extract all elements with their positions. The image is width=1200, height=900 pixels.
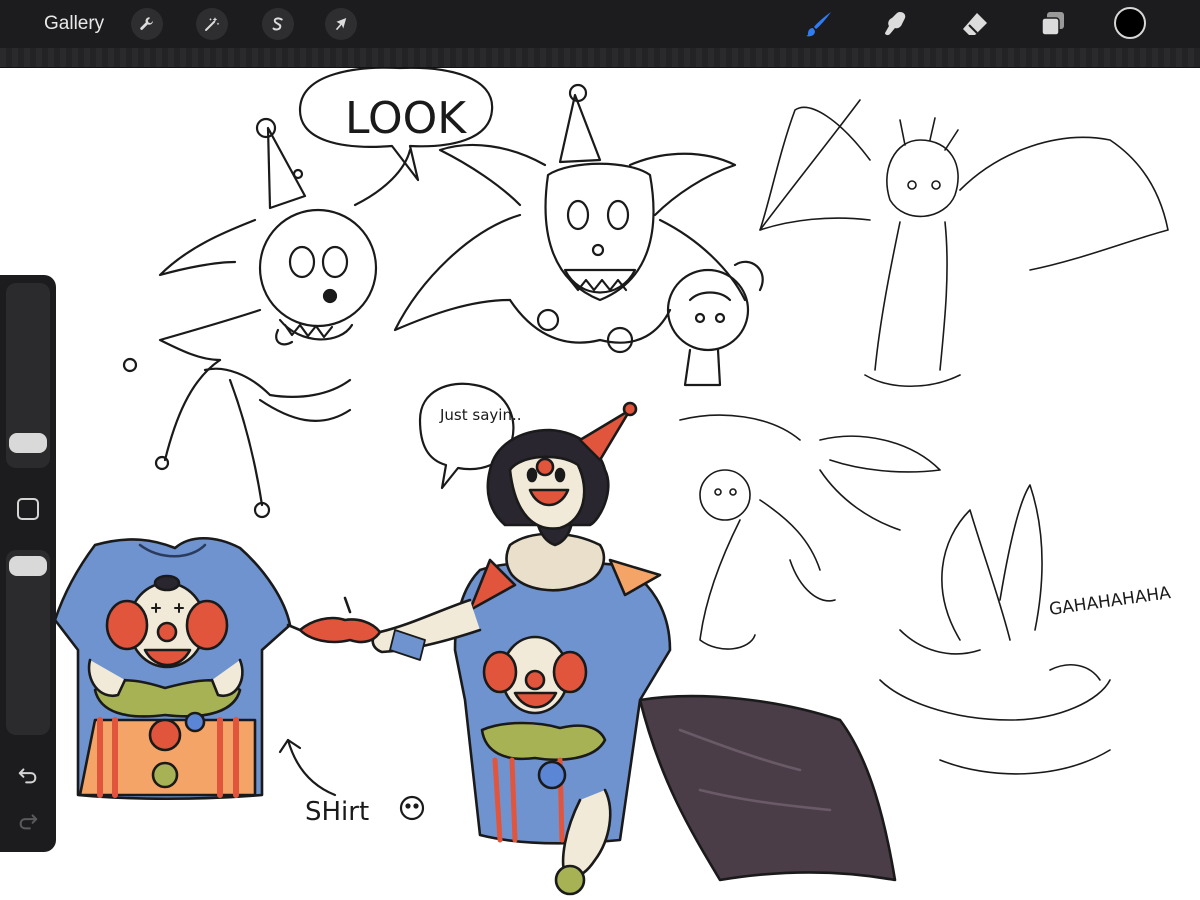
undo-button[interactable] bbox=[14, 763, 42, 787]
left-sidebar bbox=[0, 275, 56, 852]
shirt-text: SHirt bbox=[305, 797, 369, 827]
brush-icon bbox=[806, 12, 831, 37]
toolbar-reference-strip bbox=[0, 48, 1200, 68]
redo-button[interactable] bbox=[14, 809, 42, 833]
smudge-button[interactable] bbox=[880, 9, 910, 39]
selection-button[interactable] bbox=[262, 8, 294, 40]
wrench-icon bbox=[140, 17, 153, 30]
layers-button[interactable] bbox=[1038, 9, 1068, 39]
colored-jester-character bbox=[286, 401, 897, 896]
adjustments-button[interactable] bbox=[196, 8, 228, 40]
undo-icon bbox=[18, 768, 37, 784]
actions-button[interactable] bbox=[131, 8, 163, 40]
opacity-thumb[interactable] bbox=[9, 556, 47, 576]
eraser-icon bbox=[963, 13, 987, 35]
jester-sketch-left bbox=[122, 117, 412, 519]
selection-s-icon bbox=[272, 17, 283, 31]
drawing-canvas[interactable]: LOOK GAHAHAHAHA Just sayin.. SHirt bbox=[0, 68, 1200, 900]
laugh-text: GAHAHAHAHA bbox=[1048, 583, 1172, 620]
look-text: LOOK bbox=[345, 93, 467, 144]
flying-creature-sketch bbox=[679, 414, 941, 650]
modify-button[interactable] bbox=[17, 498, 39, 520]
laughing-creature-sketch: GAHAHAHAHA bbox=[879, 484, 1172, 775]
opacity-slider[interactable] bbox=[6, 550, 50, 735]
winged-creature-sketch bbox=[759, 99, 1169, 387]
top-toolbar: Gallery bbox=[0, 0, 1200, 48]
gallery-button[interactable]: Gallery bbox=[44, 12, 104, 36]
eraser-button[interactable] bbox=[960, 9, 990, 39]
brush-size-slider[interactable] bbox=[6, 283, 50, 468]
layers-icon bbox=[1041, 12, 1064, 36]
small-character-sketch bbox=[666, 260, 764, 387]
brush-size-thumb[interactable] bbox=[9, 433, 47, 453]
shirt-annotation: SHirt bbox=[278, 738, 425, 827]
just-sayin-text: Just sayin.. bbox=[439, 406, 522, 424]
smudge-icon bbox=[885, 12, 906, 36]
magic-wand-icon bbox=[205, 17, 220, 31]
redo-icon bbox=[19, 814, 38, 830]
clown-tshirt-drawing bbox=[53, 537, 292, 801]
transform-button[interactable] bbox=[325, 8, 357, 40]
brush-button[interactable] bbox=[804, 9, 834, 39]
arrow-cursor-icon bbox=[335, 18, 347, 30]
color-swatch-button[interactable] bbox=[1114, 7, 1146, 39]
